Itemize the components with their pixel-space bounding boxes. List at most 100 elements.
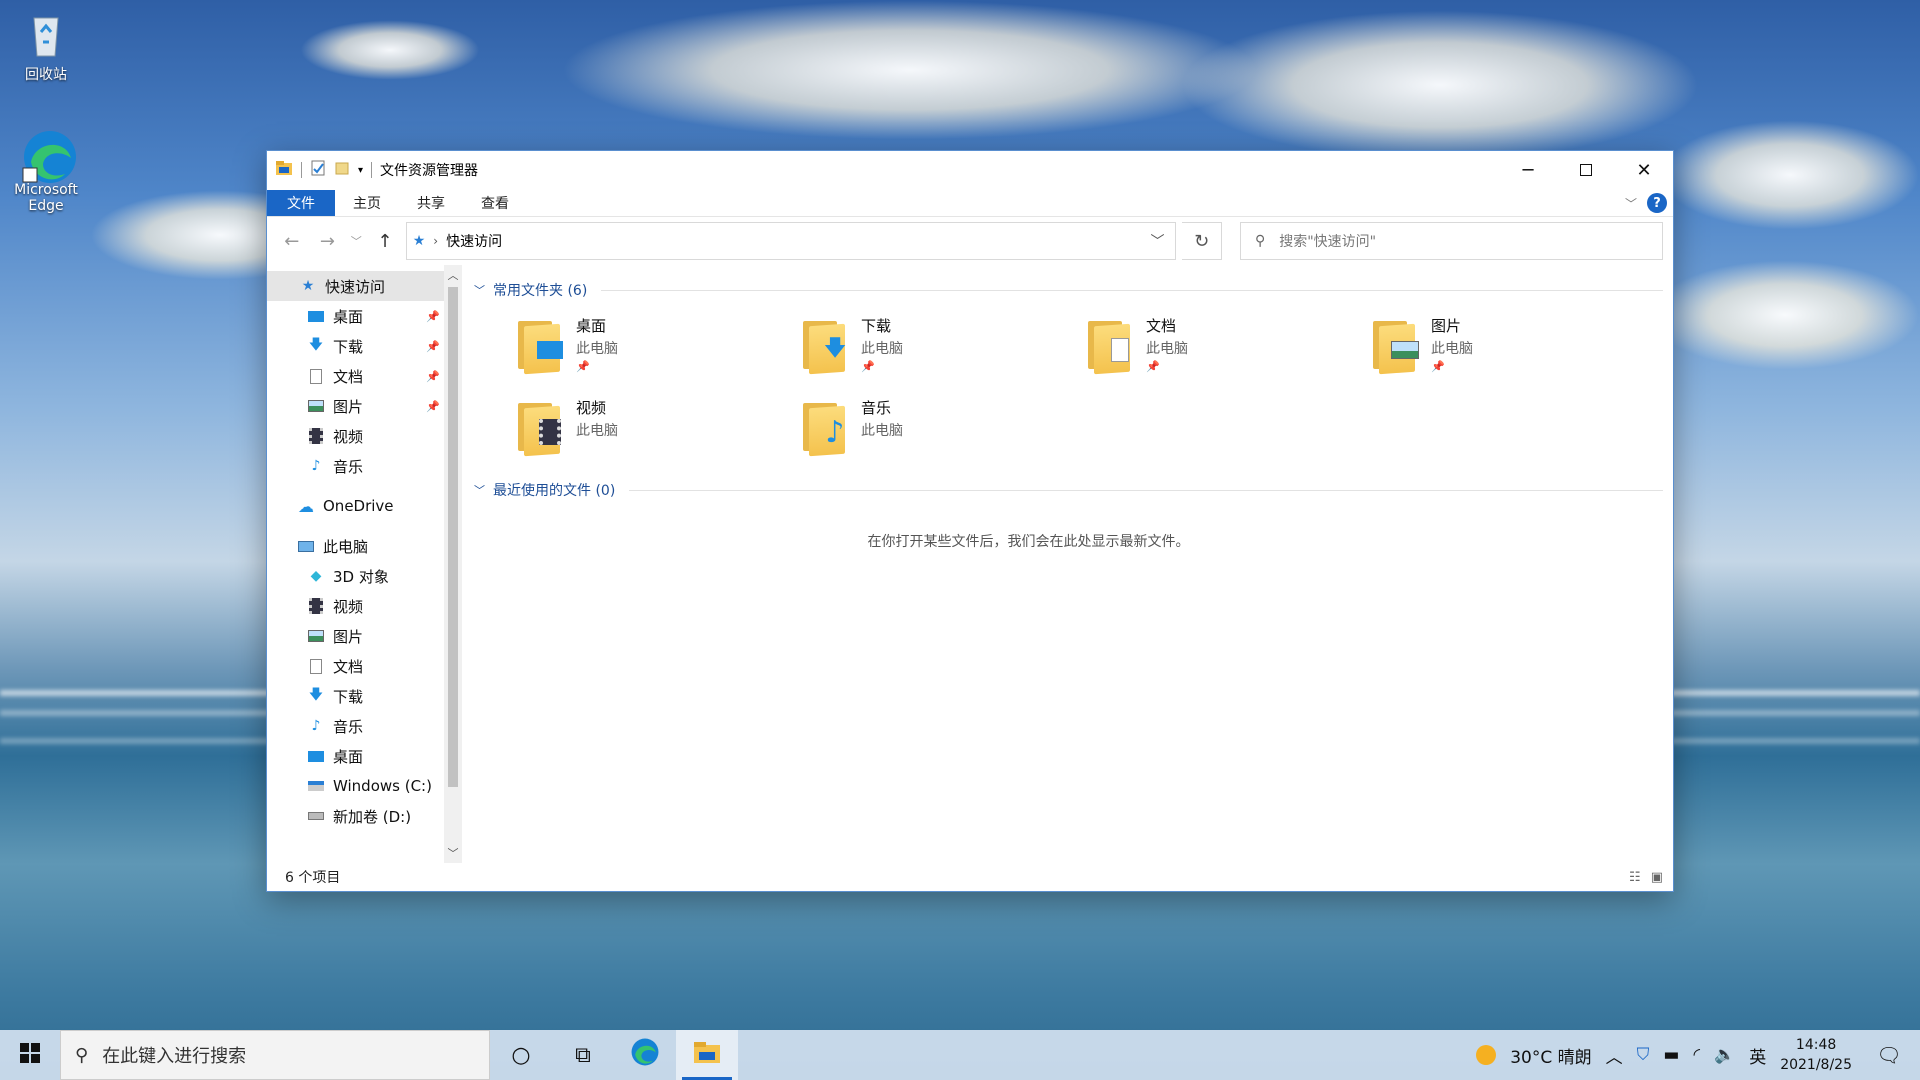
weather-sun-icon[interactable]: [1476, 1045, 1497, 1065]
tree-item-desktop[interactable]: 桌面: [267, 741, 444, 771]
taskbar-search[interactable]: ⚲ 在此键入进行搜索: [60, 1030, 490, 1080]
desktop-icon-recycle-bin[interactable]: 回收站: [8, 10, 84, 84]
tree-item-pictures[interactable]: 图片: [267, 621, 444, 651]
volume-icon[interactable]: 🔈: [1714, 1045, 1735, 1065]
weather-text[interactable]: 30°C 晴朗: [1510, 1043, 1591, 1068]
breadcrumb-quick-access[interactable]: 快速访问: [446, 231, 502, 251]
start-button[interactable]: [0, 1030, 60, 1080]
folder-name: 视频: [576, 399, 607, 417]
frequent-folders-header[interactable]: ﹀ 常用文件夹 (6): [474, 277, 1663, 303]
taskbar-edge[interactable]: [614, 1030, 676, 1080]
download-arrow-icon: 🡇: [308, 687, 324, 703]
tree-label: 视频: [333, 597, 364, 616]
battery-icon[interactable]: ▬: [1663, 1045, 1679, 1065]
folder-tile-music[interactable]: ♪ 音乐 此电脑: [799, 393, 1084, 475]
tree-item-music[interactable]: ♪ 音乐: [267, 451, 444, 481]
notification-center-icon[interactable]: 🗨: [1866, 1043, 1912, 1067]
folder-name: 音乐: [861, 399, 892, 417]
tree-onedrive[interactable]: ☁ OneDrive: [267, 491, 444, 521]
tree-item-3d-objects[interactable]: ◆ 3D 对象: [267, 561, 444, 591]
taskbar: ⚲ 在此键入进行搜索 ○ ⧉ 30°C 晴朗 ︿ ⛉ ▬ ◜ 🔈 英 14:48…: [0, 1030, 1920, 1080]
tree-item-downloads[interactable]: 🡇 下载 📌: [267, 331, 444, 361]
folder-tile-videos[interactable]: 视频 此电脑: [514, 393, 799, 475]
tree-label: 桌面: [333, 747, 364, 766]
up-button[interactable]: ↑: [370, 231, 400, 252]
cortana-button[interactable]: ○: [490, 1030, 552, 1080]
address-dropdown-icon[interactable]: ﹀: [1139, 231, 1175, 251]
folder-tile-pictures[interactable]: 图片 此电脑 📌: [1369, 311, 1654, 393]
tab-file[interactable]: 文件: [267, 190, 335, 216]
back-button[interactable]: ←: [277, 231, 307, 252]
music-note-icon: ♪: [311, 458, 321, 474]
navigation-scrollbar[interactable]: ︿ ﹀: [444, 265, 462, 863]
expand-ribbon-icon[interactable]: ﹀: [1625, 195, 1637, 212]
folder-tile-documents[interactable]: 文档 此电脑 📌: [1084, 311, 1369, 393]
tree-item-downloads[interactable]: 🡇 下载: [267, 681, 444, 711]
tree-label: 文档: [333, 657, 364, 676]
address-bar[interactable]: ★ › 快速访问 ﹀: [405, 222, 1177, 260]
ime-indicator[interactable]: 英: [1749, 1043, 1766, 1068]
folder-tile-desktop[interactable]: 桌面 此电脑 📌: [514, 311, 799, 393]
security-shield-icon[interactable]: ⛉: [1637, 1045, 1650, 1065]
show-hidden-icons-icon[interactable]: ︿: [1606, 1043, 1623, 1068]
folder-location: 此电脑: [1146, 341, 1188, 357]
tree-item-desktop[interactable]: 桌面 📌: [267, 301, 444, 331]
system-tray: 30°C 晴朗 ︿ ⛉ ▬ ◜ 🔈 英 14:48 2021/8/25 🗨: [1476, 1035, 1920, 1075]
tree-label: 视频: [333, 427, 364, 446]
tree-item-videos[interactable]: 视频: [267, 591, 444, 621]
recent-locations-button[interactable]: ﹀: [348, 233, 364, 249]
tree-item-documents[interactable]: 文档 📌: [267, 361, 444, 391]
tree-quick-access[interactable]: ★ 快速访问: [267, 271, 444, 301]
tree-item-music[interactable]: ♪ 音乐: [267, 711, 444, 741]
maximize-button[interactable]: [1557, 151, 1615, 189]
tree-label: 下载: [333, 687, 364, 706]
taskbar-file-explorer[interactable]: [676, 1030, 738, 1080]
task-view-button[interactable]: ⧉: [552, 1030, 614, 1080]
search-box[interactable]: ⚲ 搜索"快速访问": [1239, 222, 1664, 260]
clock[interactable]: 14:48 2021/8/25: [1780, 1035, 1852, 1075]
details-view-icon[interactable]: ☷: [1629, 870, 1641, 885]
minimize-button[interactable]: ─: [1499, 151, 1557, 189]
help-button[interactable]: ?: [1647, 193, 1667, 213]
content-pane: ﹀ 常用文件夹 (6) 桌面此电脑 📌 🡇 下载此电脑 📌 文档此电脑 📌: [462, 265, 1673, 863]
maximize-icon: [1580, 164, 1592, 176]
customize-toolbar-icon[interactable]: ▾: [358, 165, 363, 176]
scrollbar-thumb[interactable]: [448, 287, 458, 787]
desktop-icon-edge[interactable]: Microsoft Edge: [8, 128, 84, 214]
tab-share[interactable]: 共享: [399, 190, 463, 216]
tree-item-pictures[interactable]: 图片 📌: [267, 391, 444, 421]
new-folder-icon[interactable]: [334, 160, 350, 180]
folder-tile-downloads[interactable]: 🡇 下载 此电脑 📌: [799, 311, 1084, 393]
edge-icon: [630, 1037, 660, 1073]
properties-icon[interactable]: [310, 160, 326, 180]
desktop-folder-icon: [514, 315, 566, 375]
tab-view[interactable]: 查看: [463, 190, 527, 216]
film-icon: [307, 428, 325, 444]
window-title: 文件资源管理器: [380, 163, 479, 179]
recent-files-header[interactable]: ﹀ 最近使用的文件 (0): [474, 477, 1663, 503]
scroll-down-icon[interactable]: ﹀: [444, 845, 462, 861]
close-button[interactable]: ✕: [1615, 151, 1673, 189]
scroll-up-icon[interactable]: ︿: [444, 267, 462, 283]
drive-icon: [307, 808, 325, 824]
tree-label: 快速访问: [325, 277, 386, 296]
tab-home[interactable]: 主页: [335, 190, 399, 216]
large-icons-view-icon[interactable]: ▣: [1651, 870, 1663, 885]
tree-item-videos[interactable]: 视频: [267, 421, 444, 451]
tree-item-documents[interactable]: 文档: [267, 651, 444, 681]
film-icon: [307, 598, 325, 614]
tree-label: 此电脑: [323, 537, 369, 556]
refresh-button[interactable]: ↻: [1182, 222, 1222, 260]
tree-item-drive-d[interactable]: 新加卷 (D:): [267, 801, 444, 831]
pin-icon: 📌: [576, 360, 590, 373]
navigation-pane: ★ 快速访问 桌面 📌 🡇 下载 📌 文档 📌 图片 📌 视频 ♪ 音乐 ☁ O…: [267, 265, 444, 863]
tree-label: 音乐: [333, 717, 364, 736]
tree-label: 文档: [333, 367, 364, 386]
refresh-icon: ↻: [1194, 230, 1210, 252]
folder-name: 文档: [1146, 317, 1177, 335]
desktop-icon: [307, 748, 325, 764]
tree-this-pc[interactable]: 此电脑: [267, 531, 444, 561]
forward-button[interactable]: →: [313, 231, 343, 252]
wifi-icon[interactable]: ◜: [1693, 1045, 1700, 1065]
tree-item-drive-c[interactable]: Windows (C:): [267, 771, 444, 801]
